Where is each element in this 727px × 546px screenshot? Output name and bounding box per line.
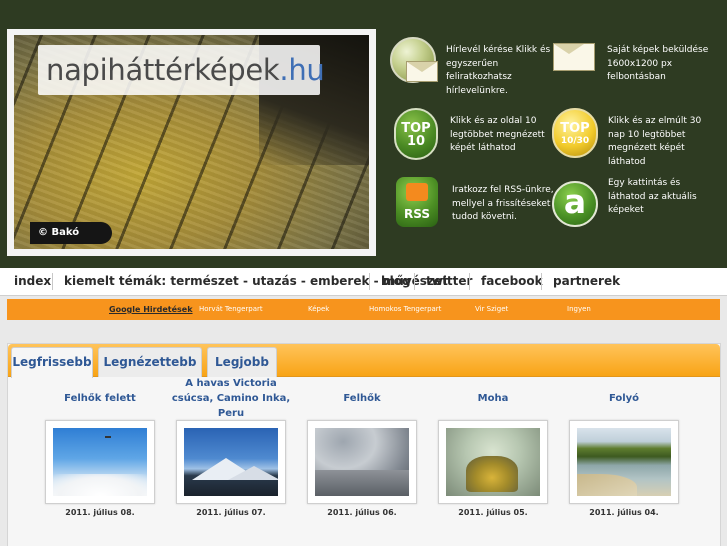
ad-link[interactable]: Homokos Tengerpart bbox=[369, 299, 441, 320]
image-title[interactable]: Felhők felett bbox=[35, 380, 165, 416]
ad-link[interactable]: Horvát Tengerpart bbox=[199, 299, 263, 320]
top-icon-label: TOP bbox=[560, 121, 590, 136]
nav-divider bbox=[369, 273, 370, 290]
logo-tld: .hu bbox=[279, 53, 325, 87]
ad-link[interactable]: Képek bbox=[308, 299, 329, 320]
gallery-item[interactable]: Felhők felett 2011. július 08. bbox=[35, 380, 165, 517]
ad-link[interactable]: Vir Sziget bbox=[475, 299, 508, 320]
a-icon: a bbox=[552, 181, 598, 227]
nav-divider bbox=[469, 273, 470, 290]
nav-divider bbox=[52, 273, 53, 290]
image-thumbnail[interactable] bbox=[45, 420, 155, 504]
thumb-clouds-photo bbox=[315, 428, 409, 496]
header-banner: napiháttérképek.hu © Bakó Hírlevél kérés… bbox=[0, 0, 727, 268]
newsletter-text: Hírlevél kérése Klikk és egyszerűen feli… bbox=[446, 45, 551, 96]
nav-blog[interactable]: blog bbox=[381, 268, 411, 295]
thumb-sky-photo bbox=[53, 428, 147, 496]
main-nav: index kiemelt témák: természet - utazás … bbox=[0, 268, 727, 296]
image-date: 2011. július 08. bbox=[65, 508, 135, 517]
site-logo[interactable]: napiháttérképek.hu bbox=[38, 45, 325, 95]
globe-envelope-icon bbox=[390, 37, 438, 83]
tab-bar: Legfrissebb Legnézettebb Legjobb bbox=[8, 344, 720, 378]
image-title[interactable]: Felhők bbox=[297, 380, 427, 416]
rss-icon: RSS bbox=[396, 177, 438, 227]
image-title[interactable]: Folyó bbox=[559, 380, 689, 416]
period-icon-label: 10/30 bbox=[560, 136, 590, 146]
nav-twitter[interactable]: twitter bbox=[426, 268, 472, 295]
tab-most-viewed[interactable]: Legnézettebb bbox=[98, 347, 202, 377]
image-title[interactable]: Moha bbox=[428, 380, 558, 416]
gallery-panel: Legfrissebb Legnézettebb Legjobb Felhők … bbox=[7, 343, 721, 546]
rss-text: Iratkozz fel RSS-ünkre, mellyel a frissí… bbox=[452, 185, 554, 222]
nav-divider bbox=[541, 273, 542, 290]
image-thumbnail[interactable] bbox=[438, 420, 548, 504]
logo-name: napiháttérképek bbox=[46, 53, 280, 87]
top10-icon: TOP 10 bbox=[394, 108, 438, 160]
top10-icon-label: TOP 10 bbox=[401, 121, 431, 149]
current-images-text: Egy kattintás és láthatod az aktuális ké… bbox=[608, 178, 697, 215]
hero-photo-wood-lichen: napiháttérképek.hu © Bakó bbox=[14, 35, 369, 249]
tab-latest[interactable]: Legfrissebb bbox=[11, 347, 93, 378]
ad-bar: Google Hirdetések Horvát Tengerpart Képe… bbox=[7, 299, 720, 320]
image-title[interactable]: A havas Victoria csúcsa, Camino Inka, Pe… bbox=[166, 378, 296, 419]
nav-facebook[interactable]: facebook bbox=[481, 268, 543, 295]
submit-images-text: Saját képek beküldése 1600x1200 px felbo… bbox=[607, 45, 709, 82]
hero-image-frame[interactable]: napiháttérképek.hu © Bakó bbox=[7, 29, 376, 256]
image-thumbnail[interactable] bbox=[569, 420, 679, 504]
nav-partners[interactable]: partnerek bbox=[553, 268, 620, 295]
thumb-river-photo bbox=[577, 428, 671, 496]
google-ads-label[interactable]: Google Hirdetések bbox=[109, 299, 193, 320]
a-icon-label: a bbox=[563, 182, 587, 221]
gallery-item[interactable]: Felhők 2011. július 06. bbox=[297, 380, 427, 517]
image-date: 2011. július 04. bbox=[589, 508, 659, 517]
image-date: 2011. július 05. bbox=[458, 508, 528, 517]
top10-30-text: Klikk és az elmúlt 30 nap 10 legtöbbet m… bbox=[608, 116, 702, 167]
image-thumbnail[interactable] bbox=[176, 420, 286, 504]
photo-credit: © Bakó bbox=[30, 222, 112, 244]
nav-index[interactable]: index bbox=[14, 268, 51, 295]
image-date: 2011. július 07. bbox=[196, 508, 266, 517]
tab-best[interactable]: Legjobb bbox=[207, 347, 277, 377]
top10-text: Klikk és az oldal 10 legtöbbet megnézett… bbox=[450, 116, 545, 153]
nav-divider bbox=[414, 273, 415, 290]
ad-link[interactable]: Ingyen bbox=[567, 299, 591, 320]
image-date: 2011. július 06. bbox=[327, 508, 397, 517]
rss-icon-label: RSS bbox=[404, 207, 430, 221]
thumb-mountain-photo bbox=[184, 428, 278, 496]
thumb-moss-photo bbox=[446, 428, 540, 496]
envelope-icon bbox=[551, 37, 597, 83]
gallery-item[interactable]: Folyó 2011. július 04. bbox=[559, 380, 689, 517]
top10-30-icon: TOP 10/30 bbox=[552, 108, 598, 158]
image-thumbnail[interactable] bbox=[307, 420, 417, 504]
gallery-item[interactable]: A havas Victoria csúcsa, Camino Inka, Pe… bbox=[166, 378, 296, 518]
gallery-item[interactable]: Moha 2011. július 05. bbox=[428, 380, 558, 517]
